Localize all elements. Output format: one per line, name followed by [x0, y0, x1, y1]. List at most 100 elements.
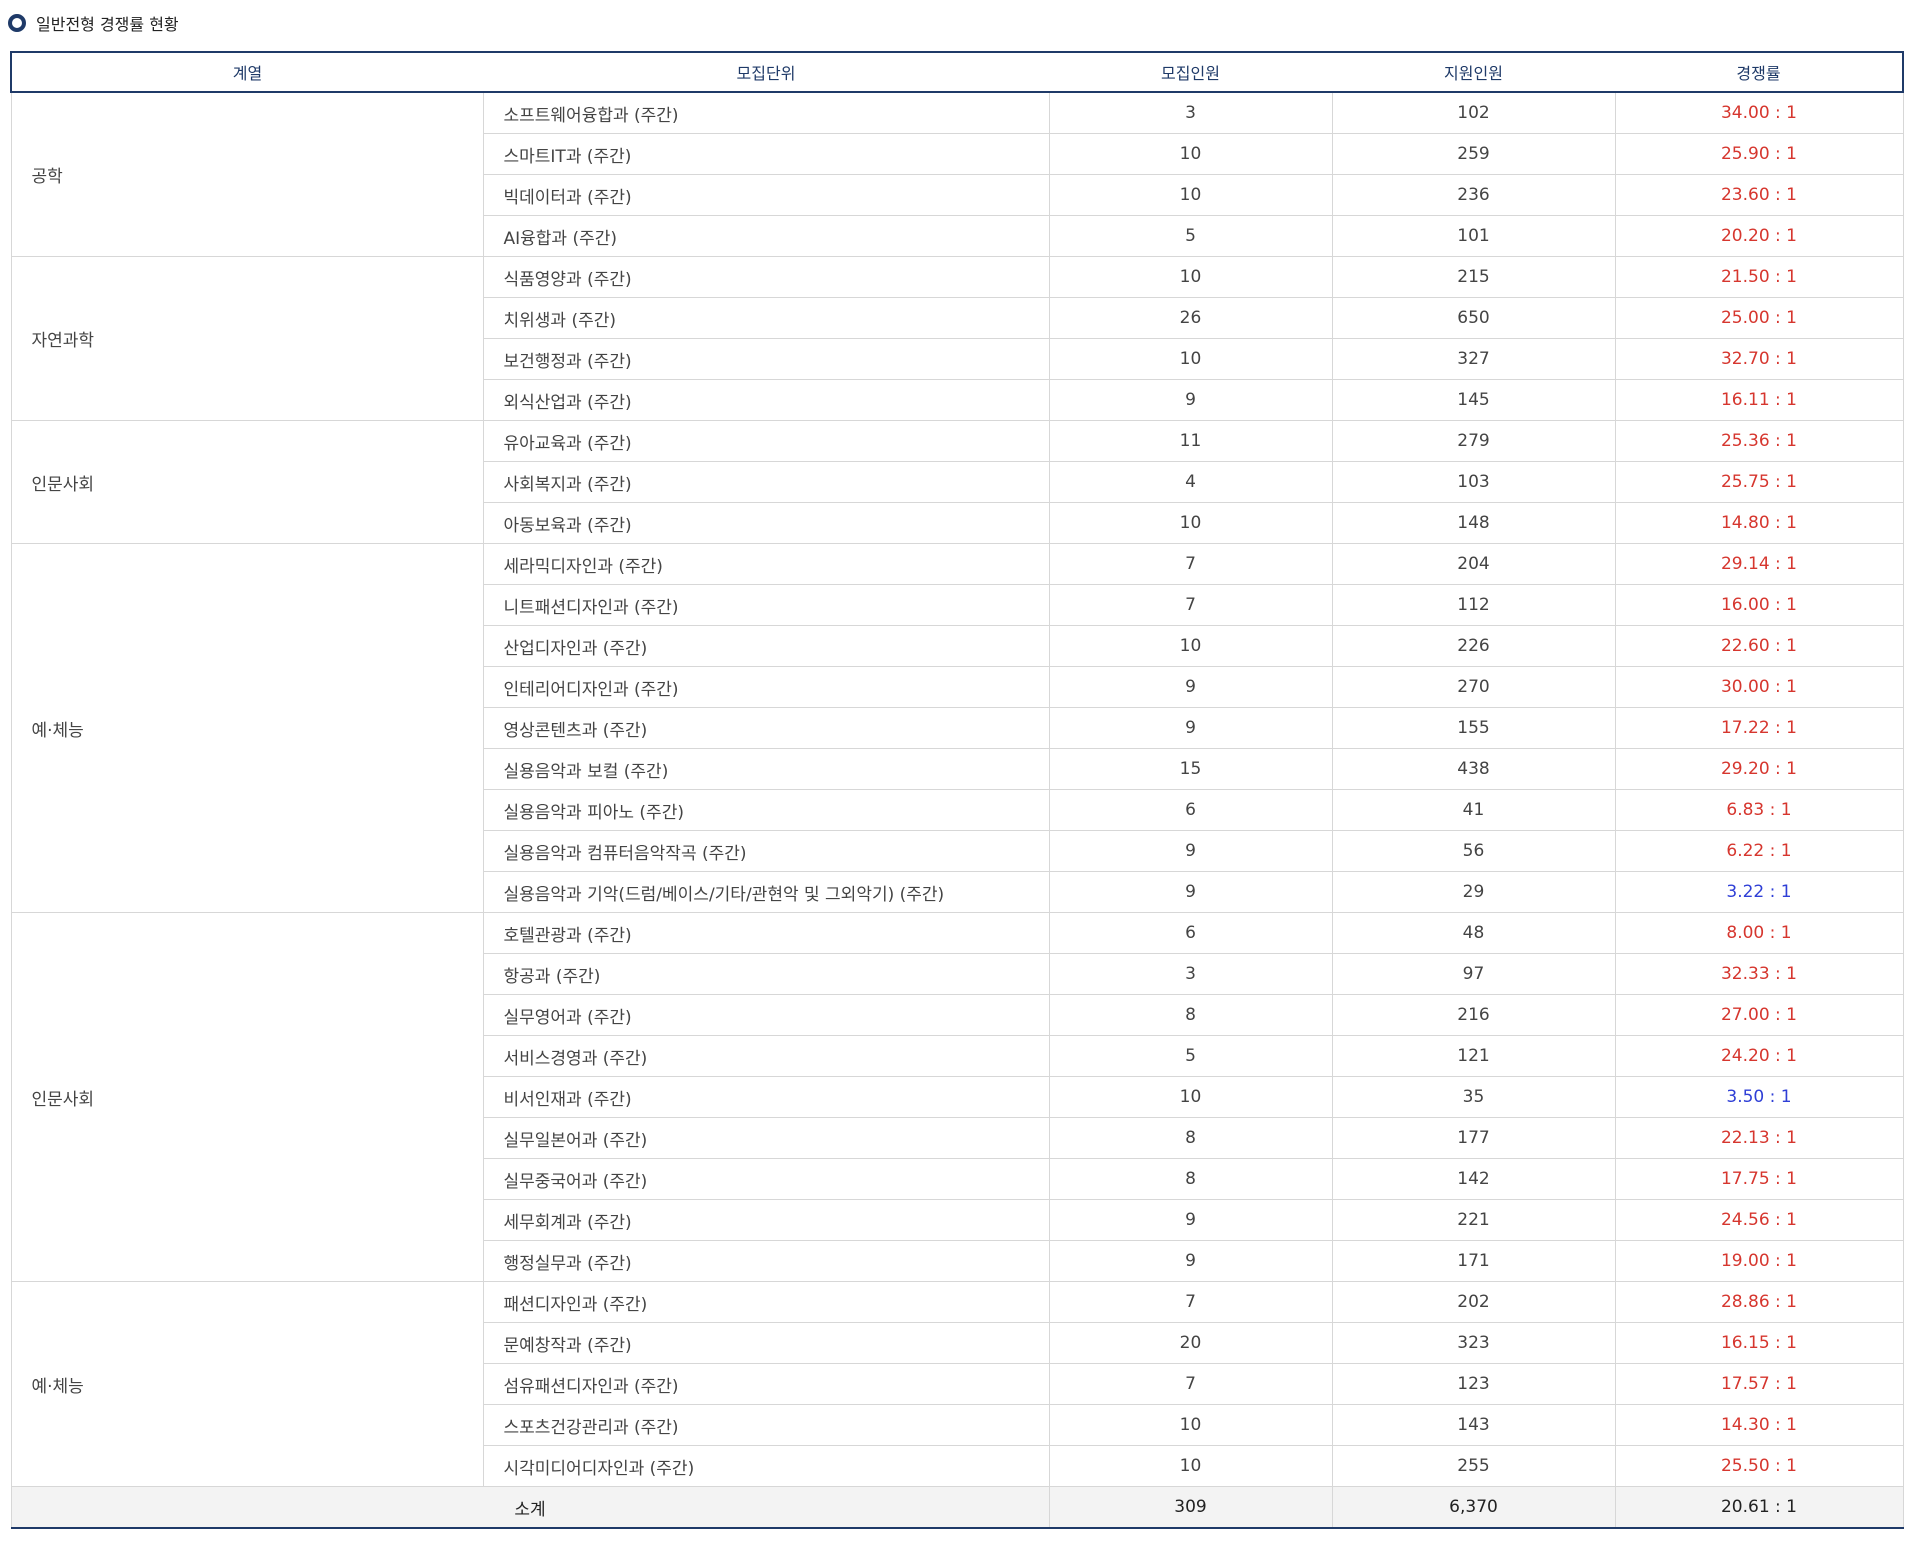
quota-cell: 10: [1048, 133, 1332, 175]
ratio-cell: 19.00 : 1: [1614, 1240, 1904, 1282]
applicants-cell: 35: [1331, 1076, 1615, 1118]
category-cell: 인문사회: [10, 420, 483, 544]
applicants-cell: 121: [1331, 1035, 1615, 1077]
unit-cell: 니트패션디자인과 (주간): [482, 584, 1049, 626]
unit-cell: 패션디자인과 (주간): [482, 1281, 1049, 1323]
ratio-cell: 17.57 : 1: [1614, 1363, 1904, 1405]
unit-cell: 소프트웨어융합과 (주간): [482, 92, 1049, 134]
quota-cell: 5: [1048, 215, 1332, 257]
unit-cell: 영상콘텐츠과 (주간): [482, 707, 1049, 749]
ratio-cell: 30.00 : 1: [1614, 666, 1904, 708]
unit-cell: 치위생과 (주간): [482, 297, 1049, 339]
quota-cell: 9: [1048, 379, 1332, 421]
table-body: 공학 소프트웨어융합과 (주간) 3 102 34.00 : 1 스마트IT과 (주간) 1…: [10, 92, 1904, 1529]
unit-cell: 산업디자인과 (주간): [482, 625, 1049, 667]
table-row: 인문사회 유아교육과 (주간) 11 279 25.36 : 1: [10, 420, 1904, 544]
ratio-cell: 8.00 : 1: [1614, 912, 1904, 954]
applicants-cell: 279: [1331, 420, 1615, 462]
unit-cell: 문예창작과 (주간): [482, 1322, 1049, 1364]
total-row: 소계 309 6,370 20.61 : 1: [10, 1486, 1904, 1529]
ratio-cell: 25.36 : 1: [1614, 420, 1904, 462]
applicants-cell: 221: [1331, 1199, 1615, 1241]
ratio-cell: 25.90 : 1: [1614, 133, 1904, 175]
applicants-cell: 202: [1331, 1281, 1615, 1323]
ratio-cell: 28.86 : 1: [1614, 1281, 1904, 1323]
applicants-cell: 171: [1331, 1240, 1615, 1282]
applicants-cell: 148: [1331, 502, 1615, 544]
ratio-cell: 25.50 : 1: [1614, 1445, 1904, 1487]
quota-cell: 5: [1048, 1035, 1332, 1077]
ratio-cell: 16.15 : 1: [1614, 1322, 1904, 1364]
unit-cell: 실무중국어과 (주간): [482, 1158, 1049, 1200]
unit-cell: 실용음악과 기악(드럼/베이스/기타/관현악 및 그외악기) (주간): [482, 871, 1049, 913]
quota-cell: 10: [1048, 1445, 1332, 1487]
quota-cell: 3: [1048, 953, 1332, 995]
quota-cell: 7: [1048, 543, 1332, 585]
quota-cell: 10: [1048, 1076, 1332, 1118]
circle-bullet-icon: [8, 14, 26, 32]
applicants-cell: 216: [1331, 994, 1615, 1036]
applicants-cell: 123: [1331, 1363, 1615, 1405]
quota-cell: 9: [1048, 666, 1332, 708]
section-title: 일반전형 경쟁률 현황: [36, 15, 179, 34]
unit-cell: 외식산업과 (주간): [482, 379, 1049, 421]
unit-cell: 비서인재과 (주간): [482, 1076, 1049, 1118]
ratio-cell: 29.20 : 1: [1614, 748, 1904, 790]
ratio-cell: 24.20 : 1: [1614, 1035, 1904, 1077]
quota-cell: 7: [1048, 1363, 1332, 1405]
applicants-cell: 29: [1331, 871, 1615, 913]
unit-cell: 식품영양과 (주간): [482, 256, 1049, 298]
quota-cell: 4: [1048, 461, 1332, 503]
quota-cell: 6: [1048, 912, 1332, 954]
ratio-cell: 17.75 : 1: [1614, 1158, 1904, 1200]
table-row: 예·체능 세라믹디자인과 (주간) 7 204 29.14 : 1: [10, 543, 1904, 913]
ratio-cell: 24.56 : 1: [1614, 1199, 1904, 1241]
header-ratio: 경쟁률: [1615, 51, 1904, 93]
quota-cell: 20: [1048, 1322, 1332, 1364]
ratio-cell: 3.50 : 1: [1614, 1076, 1904, 1118]
ratio-cell: 17.22 : 1: [1614, 707, 1904, 749]
header-quota: 모집인원: [1049, 51, 1332, 93]
category-cell: 예·체능: [10, 1281, 483, 1487]
unit-cell: 빅데이터과 (주간): [482, 174, 1049, 216]
quota-cell: 9: [1048, 1240, 1332, 1282]
quota-cell: 11: [1048, 420, 1332, 462]
quota-cell: 3: [1048, 92, 1332, 134]
quota-cell: 7: [1048, 1281, 1332, 1323]
applicants-cell: 270: [1331, 666, 1615, 708]
ratio-cell: 20.20 : 1: [1614, 215, 1904, 257]
unit-cell: 세라믹디자인과 (주간): [482, 543, 1049, 585]
applicants-cell: 56: [1331, 830, 1615, 872]
table-row: 자연과학 식품영양과 (주간) 10 215 21.50 : 1: [10, 256, 1904, 421]
unit-cell: 실용음악과 컴퓨터음악작곡 (주간): [482, 830, 1049, 872]
quota-cell: 6: [1048, 789, 1332, 831]
applicants-cell: 41: [1331, 789, 1615, 831]
ratio-cell: 22.60 : 1: [1614, 625, 1904, 667]
unit-cell: 유아교육과 (주간): [482, 420, 1049, 462]
quota-cell: 10: [1048, 625, 1332, 667]
ratio-cell: 16.11 : 1: [1614, 379, 1904, 421]
quota-cell: 8: [1048, 1158, 1332, 1200]
unit-cell: 섬유패션디자인과 (주간): [482, 1363, 1049, 1405]
quota-cell: 9: [1048, 871, 1332, 913]
unit-cell: 보건행정과 (주간): [482, 338, 1049, 380]
ratio-cell: 32.33 : 1: [1614, 953, 1904, 995]
applicants-cell: 259: [1331, 133, 1615, 175]
header-unit: 모집단위: [483, 51, 1049, 93]
table-header-row: 계열 모집단위 모집인원 지원인원 경쟁률: [10, 51, 1904, 93]
ratio-cell: 21.50 : 1: [1614, 256, 1904, 298]
unit-cell: 시각미디어디자인과 (주간): [482, 1445, 1049, 1487]
unit-cell: 서비스경영과 (주간): [482, 1035, 1049, 1077]
applicants-cell: 438: [1331, 748, 1615, 790]
unit-cell: 세무회계과 (주간): [482, 1199, 1049, 1241]
competition-rate-table: 계열 모집단위 모집인원 지원인원 경쟁률 공학 소프트웨어융합과 (주간) 3 10…: [10, 51, 1904, 1529]
unit-cell: 스마트IT과 (주간): [482, 133, 1049, 175]
category-cell: 예·체능: [10, 543, 483, 913]
total-ratio: 20.61 : 1: [1614, 1486, 1904, 1529]
applicants-cell: 255: [1331, 1445, 1615, 1487]
applicants-cell: 143: [1331, 1404, 1615, 1446]
applicants-cell: 155: [1331, 707, 1615, 749]
applicants-cell: 101: [1331, 215, 1615, 257]
applicants-cell: 102: [1331, 92, 1615, 134]
quota-cell: 9: [1048, 830, 1332, 872]
